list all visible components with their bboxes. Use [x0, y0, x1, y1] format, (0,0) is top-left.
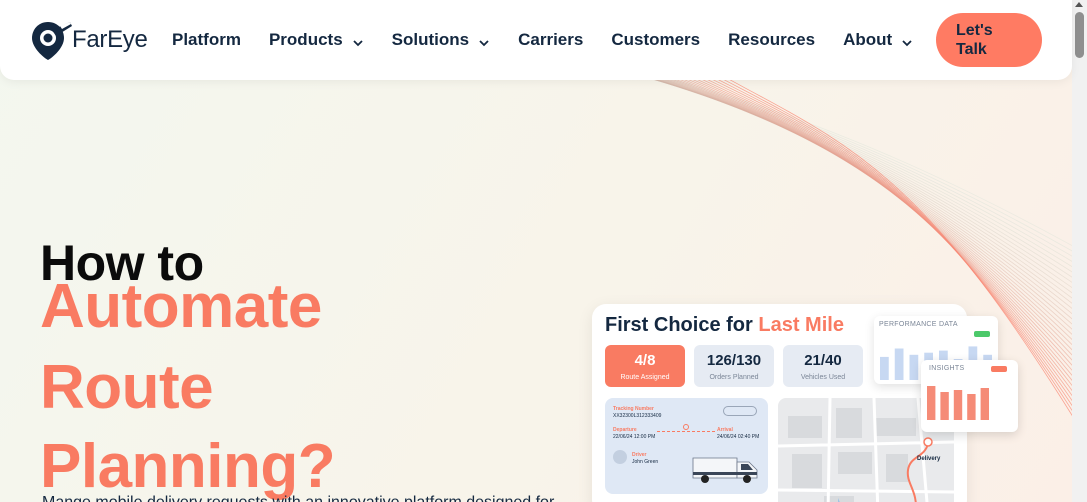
nav-item-about[interactable]: About [843, 30, 913, 50]
stat-vehicles-used: 21/40 Vehicles Used [783, 345, 863, 387]
nav-item-resources[interactable]: Resources [728, 30, 815, 50]
chevron-down-icon [352, 34, 364, 47]
hero-heading-accent-1: Automate [40, 272, 322, 341]
arrival-label: Arrival [717, 427, 733, 433]
chart-bar [909, 354, 919, 380]
chevron-down-icon [901, 34, 913, 47]
insights-bar-chart [927, 386, 989, 420]
cta-line-1: Let's [956, 22, 993, 39]
chart-bar [894, 348, 904, 380]
tracking-number-label: Tracking Number [613, 406, 654, 412]
nav-item-label: Customers [611, 30, 701, 49]
nav-item-customers[interactable]: Customers [611, 30, 700, 50]
nav-item-products[interactable]: Products [269, 30, 364, 50]
insights-title: INSIGHTS [929, 365, 965, 372]
hero-heading-accent-2: Route [40, 353, 214, 422]
stat-label: Vehicles Used [800, 374, 846, 381]
map-pin-icon [683, 424, 689, 430]
lets-talk-button[interactable]: Let's Talk [936, 13, 1042, 67]
scroll-up-icon[interactable] [1075, 2, 1083, 7]
nav-item-carriers[interactable]: Carriers [518, 30, 583, 50]
insights-badge [991, 366, 1007, 372]
map-delivery-label: Delivery [917, 456, 941, 462]
dashboard-title-highlight: Last Mile [758, 314, 844, 336]
departure-label: Departure [613, 427, 637, 433]
hero-subtext: Mange mobile delivery requests with an i… [42, 494, 567, 502]
nav-item-label: Platform [172, 30, 241, 49]
nav-item-solutions[interactable]: Solutions [392, 30, 490, 50]
chart-bar [967, 394, 976, 420]
main-nav: Platform Products Solutions Carriers Custome… [172, 28, 941, 52]
fareye-logo[interactable]: FarEye [30, 18, 162, 62]
departure-value: 22/06/24 12:00 PM [613, 434, 656, 440]
chart-bar [980, 388, 989, 420]
stat-orders-planned: 126/130 Orders Planned [694, 345, 774, 387]
chart-bar [940, 392, 949, 420]
tracking-panel: Tracking Number XX32300L312333409 Depart… [605, 398, 768, 494]
fareye-logo-icon [30, 18, 74, 62]
dashboard-title: First Choice for Last Mile [605, 314, 844, 337]
page-scrollbar[interactable] [1072, 0, 1087, 502]
route-line [657, 431, 715, 432]
van-icon [692, 457, 758, 483]
dashboard-title-plain: First Choice for [605, 314, 759, 336]
nav-item-label: Products [268, 30, 343, 49]
hero-heading-accent-3: Planning? [40, 432, 336, 501]
driver-value: John Green [632, 459, 659, 465]
stat-route-assigned: 4/8 Route Assigned [605, 345, 685, 387]
nav-item-label: Resources [728, 30, 816, 49]
stat-label: Route Assigned [620, 374, 670, 381]
insights-card: INSIGHTS [921, 360, 1018, 432]
logo-wordmark: FarEye [72, 26, 148, 53]
stat-value: 4/8 [634, 352, 656, 369]
chart-bar [927, 386, 936, 420]
nav-item-label: Solutions [391, 30, 470, 49]
tracking-pill [723, 406, 757, 416]
driver-avatar-icon [613, 450, 627, 464]
driver-label: Driver [632, 452, 647, 458]
tracking-number-value: XX32300L312333409 [613, 413, 662, 419]
chart-bar [953, 390, 963, 420]
nav-item-label: Carriers [518, 30, 584, 49]
nav-item-platform[interactable]: Platform [172, 30, 241, 50]
scroll-thumb[interactable] [1075, 12, 1084, 58]
performance-title: PERFORMANCE DATA [879, 321, 958, 328]
stat-value: 126/130 [706, 352, 762, 369]
stat-value: 21/40 [804, 352, 842, 369]
arrival-value: 24/06/24 02:40 PM [717, 434, 760, 440]
stat-label: Orders Planned [709, 374, 759, 381]
cta-line-2: Talk [956, 41, 987, 58]
site-header: FarEye Platform Products Solutions Carriers… [0, 0, 1072, 80]
chevron-down-icon [478, 34, 490, 47]
nav-item-label: About [843, 30, 893, 49]
chart-bar [880, 356, 889, 380]
